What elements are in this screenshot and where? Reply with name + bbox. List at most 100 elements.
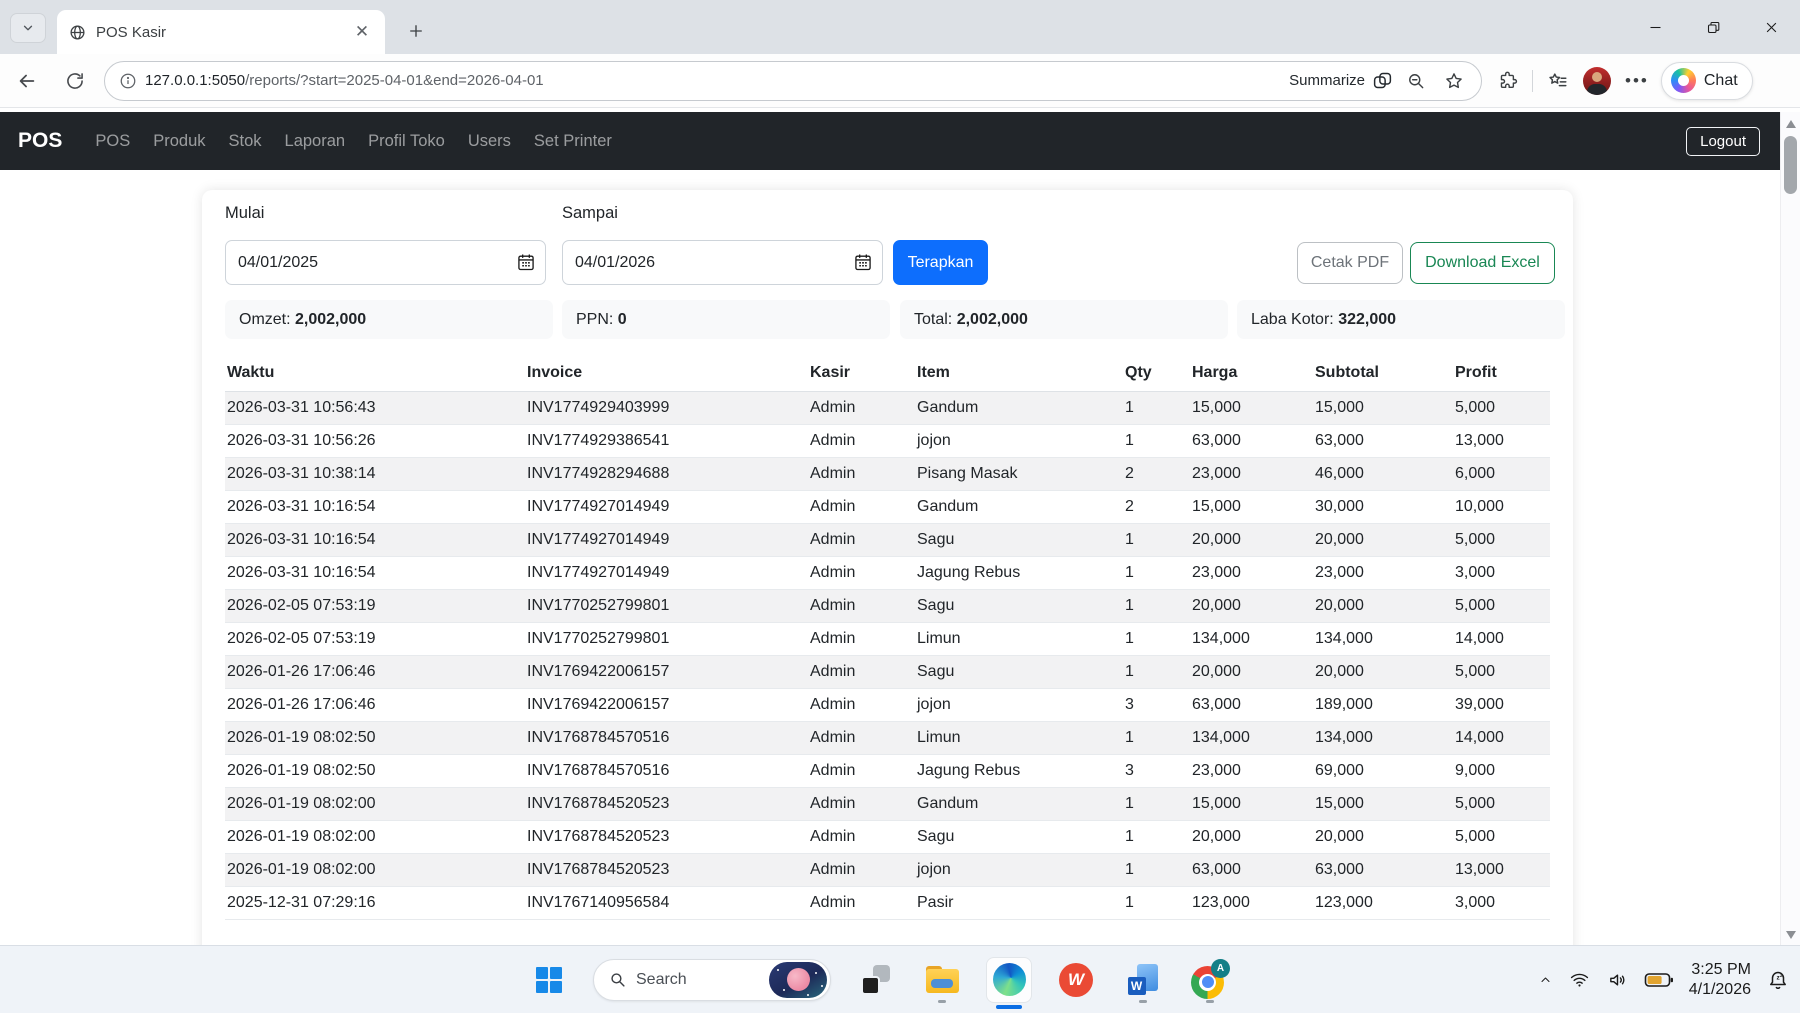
cell-waktu: 2025-12-31 07:29:16	[225, 887, 525, 920]
download-excel-button[interactable]: Download Excel	[1410, 242, 1555, 284]
cell-harga: 20,000	[1190, 590, 1313, 623]
file-explorer-button[interactable]	[919, 954, 965, 1006]
table-row: 2026-01-19 08:02:50 INV1768784570516 Adm…	[225, 755, 1550, 788]
print-pdf-button[interactable]: Cetak PDF	[1297, 242, 1403, 284]
new-tab-button[interactable]	[400, 15, 432, 47]
cell-qty: 1	[1123, 524, 1190, 557]
system-tray: 3:25 PM 4/1/2026 zz	[1538, 946, 1790, 1013]
search-icon	[609, 971, 626, 988]
app-navbar: POS POSProdukStokLaporanProfil TokoUsers…	[0, 112, 1780, 170]
logout-button[interactable]: Logout	[1686, 127, 1760, 156]
edge-browser-button[interactable]	[986, 957, 1032, 1003]
scrollbar-thumb[interactable]	[1784, 136, 1797, 194]
nav-item[interactable]: Laporan	[276, 126, 355, 157]
table-row: 2026-03-31 10:16:54 INV1774927014949 Adm…	[225, 524, 1550, 557]
favorite-star-button[interactable]	[1439, 66, 1469, 96]
report-card: Mulai Sampai Terapkan Cetak PDF Download…	[202, 190, 1573, 945]
battery-button[interactable]	[1644, 971, 1674, 989]
cell-subtotal: 46,000	[1313, 458, 1453, 491]
volume-button[interactable]	[1606, 970, 1629, 990]
cell-qty: 1	[1123, 557, 1190, 590]
cell-item: Pasir	[915, 887, 1123, 920]
table-row: 2026-03-31 10:56:26 INV1774929386541 Adm…	[225, 425, 1550, 458]
end-date-input[interactable]	[562, 240, 883, 285]
cell-qty: 1	[1123, 788, 1190, 821]
nav-item[interactable]: Users	[459, 126, 520, 157]
cell-invoice: INV1768784520523	[525, 821, 808, 854]
cell-subtotal: 20,000	[1313, 656, 1453, 689]
end-date-label: Sampai	[562, 204, 618, 223]
screen: POS Kasir ✕ 127.0.0.1:5050/repo	[0, 0, 1800, 1013]
address-bar[interactable]: 127.0.0.1:5050/reports/?start=2025-04-01…	[104, 61, 1482, 101]
notifications-button[interactable]: zz	[1766, 968, 1790, 992]
chrome-button[interactable]: A	[1187, 954, 1233, 1006]
browser-tab[interactable]: POS Kasir ✕	[57, 10, 385, 54]
extensions-button[interactable]	[1490, 64, 1524, 98]
cell-kasir: Admin	[808, 821, 915, 854]
site-info-icon[interactable]	[119, 72, 137, 90]
calendar-icon[interactable]	[853, 252, 873, 277]
start-button[interactable]	[526, 954, 572, 1006]
cell-kasir: Admin	[808, 689, 915, 722]
scroll-down-arrow-icon[interactable]	[1781, 927, 1800, 943]
cell-harga: 15,000	[1190, 491, 1313, 524]
task-view-button[interactable]	[852, 954, 898, 1006]
word-button[interactable]: W	[1120, 954, 1166, 1006]
scroll-up-arrow-icon[interactable]	[1781, 116, 1800, 132]
cell-item: Sagu	[915, 821, 1123, 854]
column-header: Harga	[1190, 354, 1313, 392]
cell-invoice: INV1770252799801	[525, 623, 808, 656]
tab-close-icon[interactable]: ✕	[351, 21, 373, 43]
cell-waktu: 2026-03-31 10:16:54	[225, 557, 525, 590]
minimize-button[interactable]	[1626, 0, 1684, 54]
page-scrollbar[interactable]	[1780, 112, 1800, 945]
summarize-button[interactable]: Summarize	[1289, 70, 1393, 91]
cell-subtotal: 20,000	[1313, 590, 1453, 623]
cell-harga: 134,000	[1190, 722, 1313, 755]
cell-waktu: 2026-03-31 10:56:43	[225, 392, 525, 425]
restore-button[interactable]	[1684, 0, 1742, 54]
windows-logo-icon	[536, 967, 562, 993]
profile-avatar[interactable]	[1583, 67, 1611, 95]
zoom-out-indicator[interactable]	[1401, 66, 1431, 96]
column-header: Subtotal	[1313, 354, 1453, 392]
nav-item[interactable]: Set Printer	[525, 126, 621, 157]
extensions-puzzle-icon	[1497, 70, 1518, 91]
close-window-button[interactable]	[1742, 0, 1800, 54]
nav-item[interactable]: Stok	[220, 126, 271, 157]
cell-subtotal: 23,000	[1313, 557, 1453, 590]
battery-icon	[1644, 971, 1674, 989]
wifi-button[interactable]	[1568, 970, 1591, 990]
refresh-button[interactable]	[58, 64, 92, 98]
taskbar-search-box[interactable]: Search	[593, 959, 831, 1001]
cell-waktu: 2026-01-19 08:02:00	[225, 854, 525, 887]
search-highlight-art	[769, 962, 827, 998]
restore-icon	[1706, 20, 1721, 35]
copilot-chat-button[interactable]: Chat	[1661, 62, 1753, 100]
nav-item[interactable]: POS	[86, 126, 139, 157]
table-row: 2025-12-31 07:29:16 INV1767140956584 Adm…	[225, 887, 1550, 920]
wps-office-button[interactable]: W	[1053, 954, 1099, 1006]
summary-card: Omzet: 2,002,000	[225, 300, 553, 339]
tray-chevron-up-button[interactable]	[1538, 974, 1553, 986]
summary-card: Total: 2,002,000	[900, 300, 1228, 339]
apply-button[interactable]: Terapkan	[893, 240, 988, 285]
favorites-bar-button[interactable]	[1541, 64, 1575, 98]
table-header-row: WaktuInvoiceKasirItemQtyHargaSubtotalPro…	[225, 354, 1550, 392]
tab-search-menu-button[interactable]	[10, 13, 46, 43]
globe-favicon-icon	[69, 24, 86, 41]
taskbar-clock[interactable]: 3:25 PM 4/1/2026	[1689, 960, 1751, 1000]
nav-item[interactable]: Produk	[144, 126, 214, 157]
url-path: /reports/?start=2025-04-01&end=2026-04-0…	[245, 72, 544, 89]
back-button[interactable]	[10, 64, 44, 98]
cell-subtotal: 15,000	[1313, 788, 1453, 821]
start-date-input[interactable]	[225, 240, 546, 285]
settings-more-button[interactable]: •••	[1621, 71, 1653, 91]
chrome-icon: A	[1191, 961, 1229, 999]
cell-qty: 2	[1123, 491, 1190, 524]
cell-profit: 5,000	[1453, 524, 1550, 557]
cell-profit: 9,000	[1453, 755, 1550, 788]
calendar-icon[interactable]	[516, 252, 536, 277]
nav-item[interactable]: Profil Toko	[359, 126, 454, 157]
window-controls	[1626, 0, 1800, 54]
